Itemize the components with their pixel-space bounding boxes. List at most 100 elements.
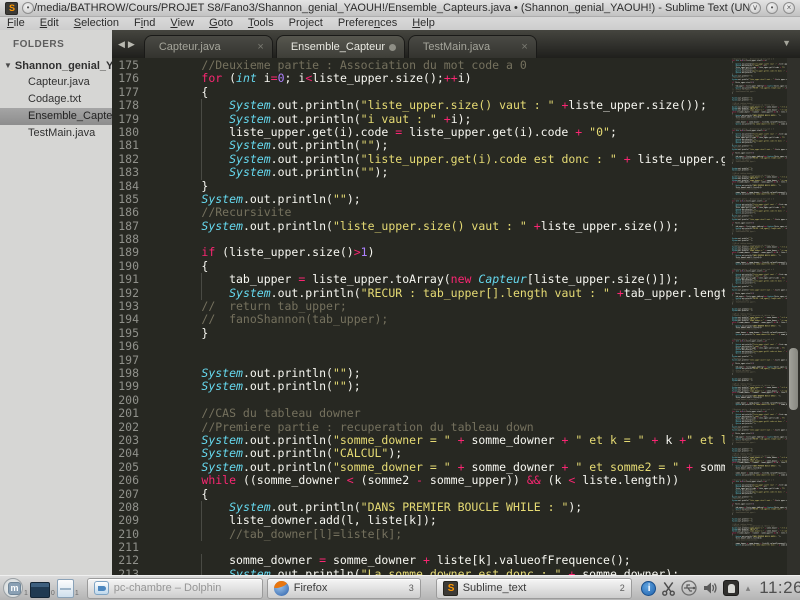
clipboard-scissors-icon[interactable] (661, 581, 676, 596)
tab-overflow-icon[interactable]: ▼ (782, 38, 791, 48)
minimap[interactable]: //Deuxieme partie : Association du mot c… (725, 58, 787, 575)
window-count-badge: 3 (409, 583, 414, 593)
line-number: 200 (112, 394, 139, 407)
menu-file[interactable]: File (7, 17, 25, 30)
line-number: 188 (112, 233, 139, 246)
launcher-badge: 0 (51, 590, 55, 598)
usb-device-icon[interactable] (681, 580, 697, 596)
line-number: 193 (112, 300, 139, 313)
window-menu-button[interactable]: • (22, 2, 34, 14)
code-line: 197 (112, 354, 725, 367)
menu-preferences[interactable]: Preferences (338, 17, 397, 30)
update-shield-icon[interactable] (641, 581, 656, 596)
line-number: 205 (112, 461, 139, 474)
expand-tray-icon[interactable]: ▴ (746, 583, 751, 594)
line-number: 209 (112, 514, 139, 527)
menu-tools[interactable]: Tools (248, 17, 274, 30)
code-line: 188 (112, 233, 725, 246)
sidebar-item-testmain-java[interactable]: TestMain.java (0, 125, 112, 142)
line-number: 202 (112, 421, 139, 434)
line-number: 211 (112, 541, 139, 554)
modified-dot-icon (389, 44, 396, 51)
pager-icon[interactable] (30, 582, 50, 598)
dolphin-icon (94, 581, 109, 595)
line-number: 191 (112, 273, 139, 286)
menu-help[interactable]: Help (412, 17, 435, 30)
code-line: 204 System.out.println("CALCUL"); (112, 447, 725, 460)
line-number: 194 (112, 313, 139, 326)
close-icon[interactable]: × (257, 41, 263, 53)
window-title: /media/BATHROW/Cours/PROJET S8/Fano3/Sha… (34, 2, 749, 14)
scrollbar-thumb[interactable] (789, 348, 798, 410)
line-number: 180 (112, 126, 139, 139)
line-number: 199 (112, 380, 139, 393)
tab-testmain-java[interactable]: TestMain.java× (408, 35, 537, 58)
task-button-firefox[interactable]: Firefox 3 (267, 578, 421, 599)
line-number: 176 (112, 72, 139, 85)
code-line: 193 // return tab_upper; (112, 300, 725, 313)
task-button-sublime-text[interactable]: Sublime_text2 (436, 578, 632, 599)
line-number: 182 (112, 153, 139, 166)
sidebar-root-folder[interactable]: ▼ Shannon_genial_YAOUH! (0, 57, 112, 74)
code-line: 181 System.out.println(""); (112, 139, 725, 152)
launcher-badge: 1 (75, 590, 79, 598)
menu-edit[interactable]: Edit (40, 17, 59, 30)
code-line: 180 liste_upper.get(i).code = liste_uppe… (112, 126, 725, 139)
tab-scroll-arrows[interactable]: ◀▶ (118, 39, 138, 50)
sidebar-item-codage-txt[interactable]: Codage.txt (0, 91, 112, 108)
menu-view[interactable]: View (170, 17, 194, 30)
task-label: Firefox (294, 582, 405, 594)
vertical-scrollbar[interactable] (787, 58, 800, 575)
code-line: 176 for (int i=0; i<liste_upper.size();+… (112, 72, 725, 85)
line-number: 190 (112, 260, 139, 273)
code-line: 179 System.out.println("i vaut : " +i); (112, 113, 725, 126)
maximize-button[interactable]: • (766, 2, 778, 14)
task-button-pc-chambre-dolphin[interactable]: pc-chambre – Dolphin (87, 578, 263, 599)
sidebar-item-capteur-java[interactable]: Capteur.java (0, 74, 112, 91)
code-line: 178 System.out.println("liste_upper.size… (112, 99, 725, 112)
line-number: 197 (112, 354, 139, 367)
app-tray-icon[interactable] (723, 580, 739, 596)
code-line: 209 liste_downer.add(l, liste[k]); (112, 514, 725, 527)
code-line: 182 System.out.println("liste_upper.get(… (112, 153, 725, 166)
line-number: 207 (112, 488, 139, 501)
volume-icon[interactable] (702, 580, 718, 596)
window-count-badge: 2 (620, 583, 625, 593)
window-titlebar: • /media/BATHROW/Cours/PROJET S8/Fano3/S… (0, 0, 800, 17)
close-icon[interactable]: × (521, 41, 527, 53)
code-line: 205 System.out.println("somme_downer = "… (112, 461, 725, 474)
menu-selection[interactable]: Selection (74, 17, 119, 30)
code-line: 207 { (112, 488, 725, 501)
desktop: • /media/BATHROW/Cours/PROJET S8/Fano3/S… (0, 0, 800, 600)
sidebar-item-ensemble-capteurs-java[interactable]: Ensemble_Capteurs.java (0, 108, 112, 125)
code-line: 199 System.out.println(""); (112, 380, 725, 393)
code-line: 212 somme_downer = somme_downer + liste[… (112, 554, 725, 567)
line-number: 178 (112, 99, 139, 112)
file-tree: Capteur.javaCodage.txtEnsemble_Capteurs.… (0, 74, 112, 142)
code-line: 185 System.out.println(""); (112, 193, 725, 206)
launcher-badge: 1 (24, 590, 28, 598)
file-cabinet-icon[interactable] (57, 579, 74, 598)
menu-project[interactable]: Project (289, 17, 323, 30)
sidebar: FOLDERS ▼ Shannon_genial_YAOUH! Capteur.… (0, 30, 112, 575)
code-area[interactable]: 175 //Deuxieme partie : Association du m… (112, 58, 725, 575)
line-number: 201 (112, 407, 139, 420)
line-number: 195 (112, 327, 139, 340)
code-line: 187 System.out.println("liste_upper.size… (112, 220, 725, 233)
close-button[interactable]: × (783, 2, 795, 14)
code-line: 177 { (112, 86, 725, 99)
tab-capteur-java[interactable]: Capteur.java× (144, 35, 273, 58)
code-line: 186 //Recursivite (112, 206, 725, 219)
taskbar-clock[interactable]: 11:26 (759, 578, 800, 598)
minimize-button[interactable]: ∨ (749, 2, 761, 14)
taskbar: 1 0 1 pc-chambre – Dolphin Firefox 3 Sublime_… (0, 575, 800, 600)
kde-menu-icon[interactable] (3, 578, 23, 598)
tab-ensemble-capteurs-java[interactable]: Ensemble_Capteurs.java (276, 35, 405, 58)
code-line: 211 (112, 541, 725, 554)
line-number: 198 (112, 367, 139, 380)
code-line: 203 System.out.println("somme_downer = "… (112, 434, 725, 447)
menu-goto[interactable]: Goto (209, 17, 233, 30)
code-line: 183 System.out.println(""); (112, 166, 725, 179)
code-line: 191 tab_upper = liste_upper.toArray(new … (112, 273, 725, 286)
menu-find[interactable]: Find (134, 17, 155, 30)
